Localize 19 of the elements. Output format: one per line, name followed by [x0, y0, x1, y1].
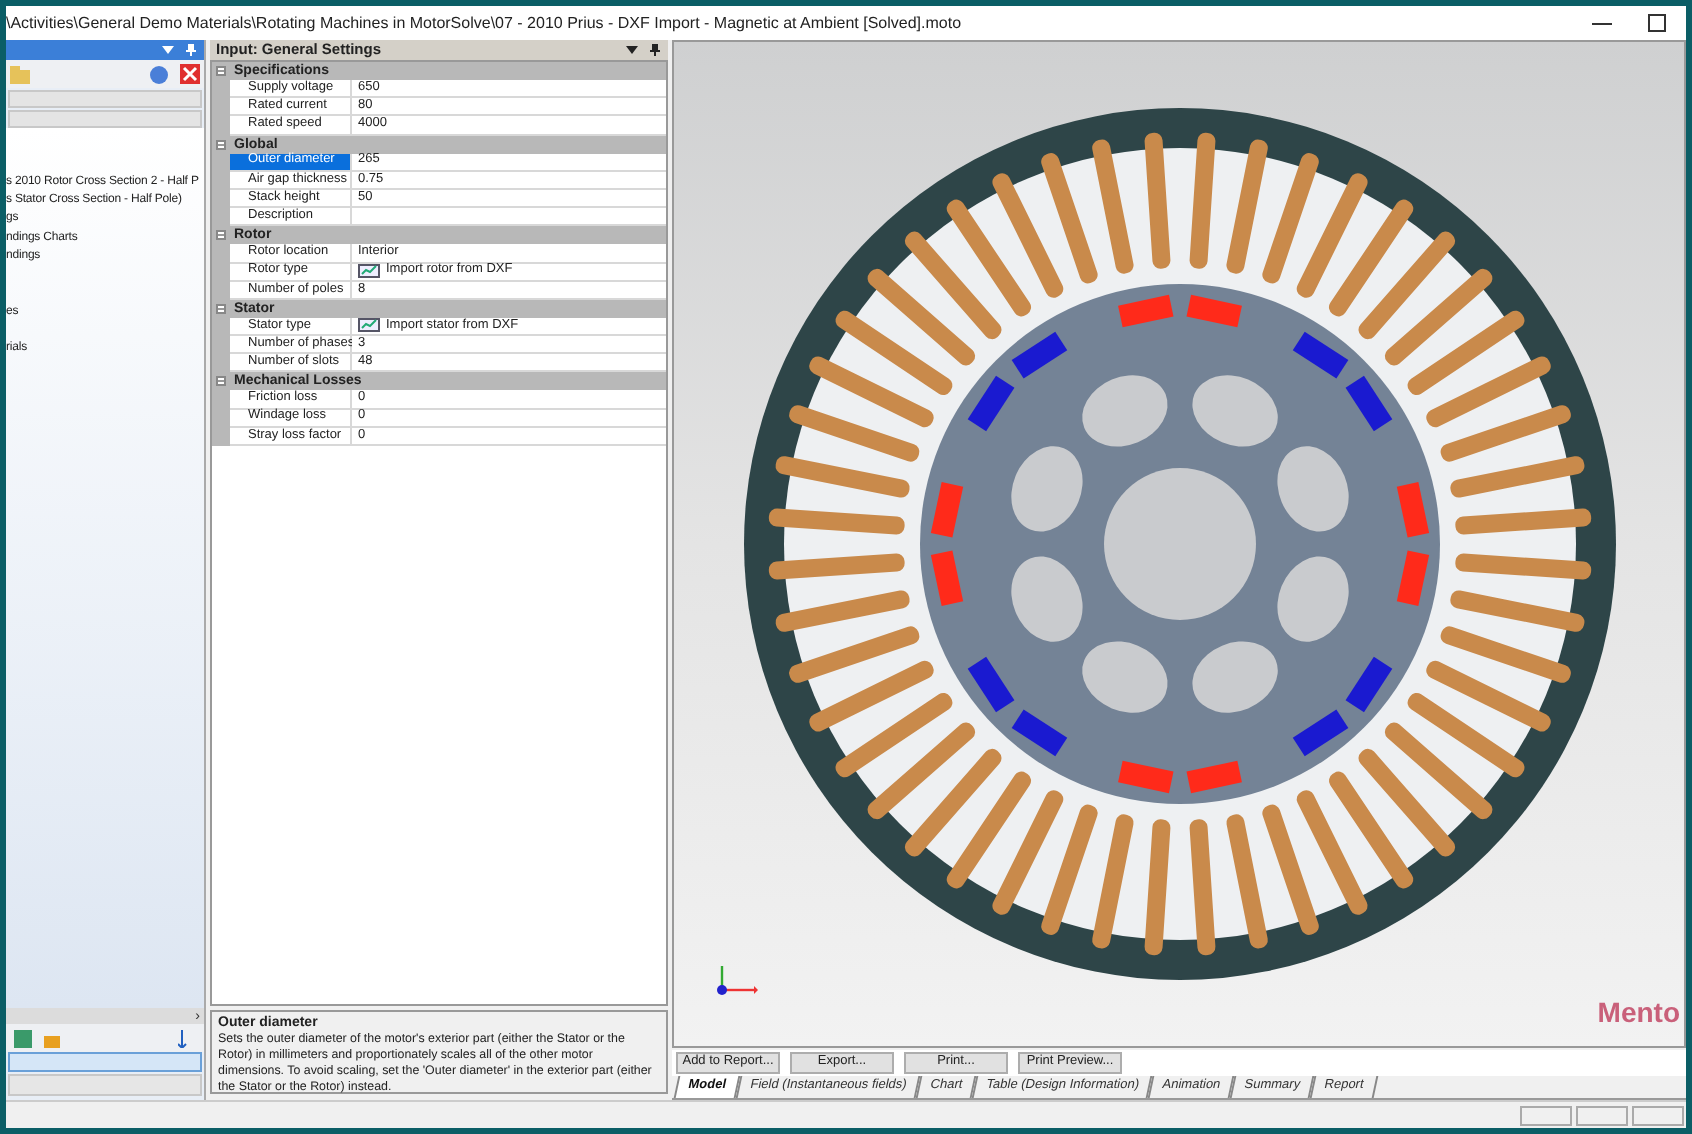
collapse-icon[interactable]: [216, 230, 226, 241]
value-cell[interactable]: [352, 208, 666, 227]
close-icon[interactable]: [180, 64, 200, 84]
maximize-icon[interactable]: [1648, 14, 1666, 32]
collapse-icon[interactable]: [216, 66, 226, 76]
chart-icon: [358, 318, 380, 333]
axis-triad-icon: [714, 962, 758, 998]
logo: Mento: [1597, 994, 1680, 1032]
chart-icon: [358, 264, 380, 279]
dropdown-icon[interactable]: [626, 46, 638, 54]
status-panel: [1576, 1105, 1628, 1125]
input-field[interactable]: [8, 1052, 202, 1072]
collapse-icon[interactable]: [216, 139, 226, 150]
collapse-icon[interactable]: [216, 303, 226, 314]
window-title: \Activities\General Demo Materials\Rotating Machines in MotorSolve\07 - 2010 Prius - DXF Import - Magnetic at Ambient [Solved].moto: [6, 11, 964, 35]
status-panel: [1632, 1105, 1684, 1125]
collapse-icon[interactable]: [216, 376, 226, 387]
status-panel: [1520, 1105, 1572, 1125]
pin-icon[interactable]: [650, 44, 660, 56]
